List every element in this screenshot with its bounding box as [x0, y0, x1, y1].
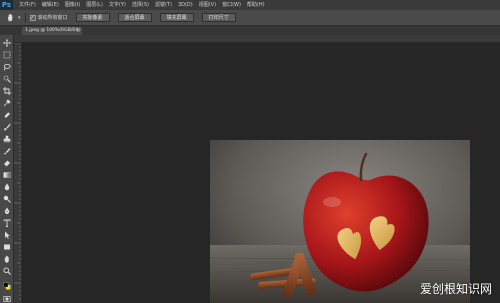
marquee-tool-icon[interactable]	[2, 50, 12, 60]
hand-tool-panel-icon[interactable]	[2, 254, 12, 264]
pen-tool-icon[interactable]	[2, 206, 12, 216]
options-bar: ▾ ✓ 滚动所有窗口 实际像素 适合屏幕 填充屏幕 打印尺寸	[0, 10, 500, 26]
divider	[24, 12, 26, 23]
hand-tool-icon[interactable]	[4, 12, 16, 24]
menu-edit[interactable]: 编辑(E)	[42, 0, 59, 10]
document-tab-label: 1.jpeg @ 100%(RGB/8#)	[25, 28, 81, 33]
close-icon[interactable]: ×	[76, 27, 80, 35]
move-tool-icon[interactable]	[2, 38, 12, 48]
menu-help[interactable]: 帮助(H)	[247, 0, 265, 10]
quick-selection-tool-icon[interactable]	[2, 74, 12, 84]
tools-panel	[0, 35, 14, 303]
print-size-button[interactable]: 打印尺寸	[201, 13, 236, 22]
menu-select[interactable]: 选择(S)	[132, 0, 149, 10]
menu-view[interactable]: 视图(V)	[199, 0, 216, 10]
color-swatches[interactable]	[1, 280, 13, 292]
document-image[interactable]	[210, 140, 470, 303]
zoom-tool-icon[interactable]	[2, 266, 12, 276]
menu-image[interactable]: 图像(I)	[65, 0, 80, 10]
fill-screen-button[interactable]: 填充屏幕	[159, 13, 194, 22]
shape-tool-icon[interactable]	[2, 242, 12, 252]
path-selection-tool-icon[interactable]	[2, 230, 12, 240]
menu-window[interactable]: 窗口(W)	[222, 0, 241, 10]
lasso-tool-icon[interactable]	[2, 62, 12, 72]
crop-tool-icon[interactable]	[2, 86, 12, 96]
check-icon: ✓	[30, 14, 35, 21]
scroll-all-windows-checkbox[interactable]: ✓	[29, 14, 36, 21]
type-tool-icon[interactable]	[2, 218, 12, 228]
brush-tool-icon[interactable]	[2, 122, 12, 132]
fit-screen-button[interactable]: 适合屏幕	[117, 13, 152, 22]
menu-3d[interactable]: 3D(D)	[178, 0, 193, 10]
menu-layer[interactable]: 图层(L)	[86, 0, 103, 10]
clone-stamp-tool-icon[interactable]	[2, 134, 12, 144]
spot-healing-tool-icon[interactable]	[2, 110, 12, 120]
menu-filter[interactable]: 滤镜(T)	[155, 0, 172, 10]
document-tab[interactable]: 1.jpeg @ 100%(RGB/8#) ×	[22, 27, 82, 35]
menu-bar: Ps 文件(F) 编辑(E) 图像(I) 图层(L) 文字(Y) 选择(S) 滤…	[0, 0, 500, 10]
dodge-tool-icon[interactable]	[2, 194, 12, 204]
eyedropper-tool-icon[interactable]	[2, 98, 12, 108]
vertical-ruler	[14, 43, 22, 303]
vertical-ruler-ticks	[14, 43, 21, 300]
scroll-all-windows-label: 滚动所有窗口	[37, 15, 68, 21]
horizontal-ruler	[14, 35, 500, 43]
menu-file[interactable]: 文件(F)	[19, 0, 36, 10]
document-tab-bar: 1.jpeg @ 100%(RGB/8#) ×	[0, 26, 500, 35]
blur-tool-icon[interactable]	[2, 182, 12, 192]
quick-mask-icon[interactable]	[2, 294, 12, 303]
menu-type[interactable]: 文字(Y)	[109, 0, 126, 10]
photoshop-logo: Ps	[0, 0, 13, 10]
foreground-color-swatch	[3, 282, 9, 288]
history-brush-tool-icon[interactable]	[2, 146, 12, 156]
actual-pixels-button[interactable]: 实际像素	[75, 13, 110, 22]
eraser-tool-icon[interactable]	[2, 158, 12, 168]
chevron-down-icon[interactable]: ▾	[18, 15, 21, 21]
watermark-text: 爱创根知识网	[419, 282, 492, 296]
gradient-tool-icon[interactable]	[2, 170, 12, 180]
